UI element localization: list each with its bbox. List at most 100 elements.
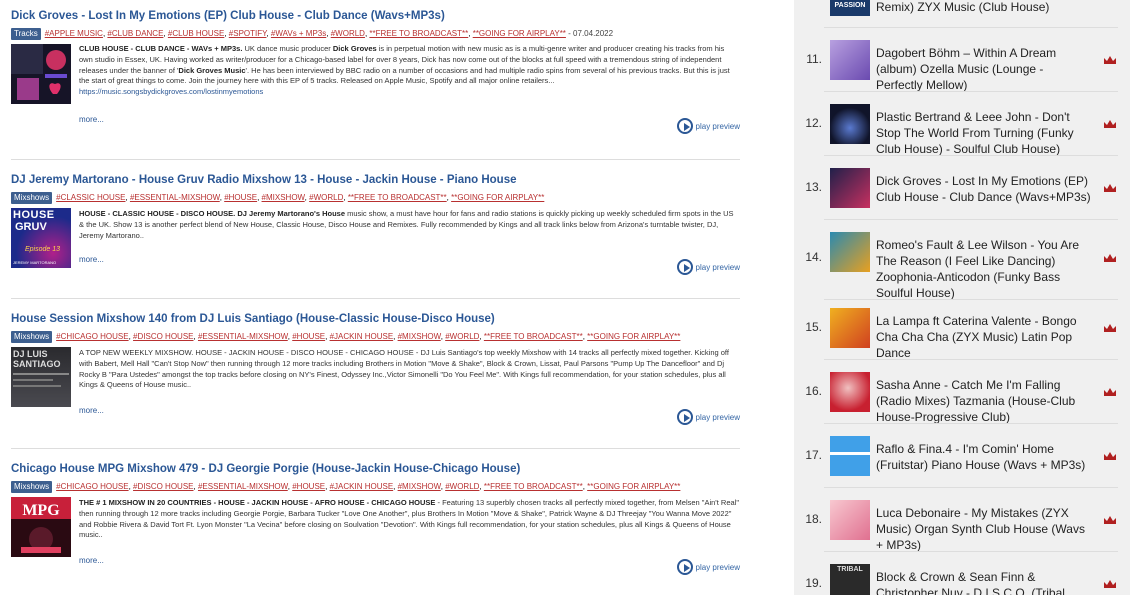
- post: DJ Jeremy Martorano - House Gruv Radio M…: [11, 173, 740, 275]
- play-preview-label: play preview: [695, 412, 740, 422]
- play-preview-button[interactable]: play preview: [676, 118, 740, 134]
- crown-icon[interactable]: [1103, 579, 1117, 589]
- play-preview-button[interactable]: play preview: [676, 259, 740, 275]
- crown-icon[interactable]: [1103, 323, 1117, 333]
- tag[interactable]: #HOUSE: [292, 332, 325, 341]
- post-title[interactable]: Dick Groves - Lost In My Emotions (EP) C…: [11, 9, 740, 23]
- tag[interactable]: #HOUSE: [292, 482, 325, 491]
- tag[interactable]: #CLASSIC HOUSE: [56, 193, 125, 202]
- post-title[interactable]: Chicago House MPG Mixshow 479 - DJ Georg…: [11, 462, 740, 476]
- crown-icon[interactable]: [1103, 119, 1117, 129]
- post: Dick Groves - Lost In My Emotions (EP) C…: [11, 9, 740, 134]
- category-badge[interactable]: Mixshows: [11, 481, 53, 493]
- more-link[interactable]: more...: [79, 406, 104, 415]
- play-icon: [676, 559, 693, 575]
- tag-line: Mixshows #CLASSIC HOUSE, #ESSENTIAL-MIXSH…: [11, 192, 740, 204]
- tag[interactable]: #JACKIN HOUSE: [330, 482, 394, 491]
- tag[interactable]: #MIXSHOW: [262, 193, 305, 202]
- crown-icon[interactable]: [1103, 515, 1117, 525]
- divider: [824, 423, 1118, 424]
- tag[interactable]: #CHICAGO HOUSE: [56, 482, 128, 491]
- post-link[interactable]: https://music.songsbydickgroves.com/lost…: [79, 87, 263, 96]
- chart-item-title[interactable]: Sasha Anne - Catch Me I'm Falling (Radio…: [876, 377, 1092, 425]
- crown-icon[interactable]: [1103, 387, 1117, 397]
- post-title[interactable]: DJ Jeremy Martorano - House Gruv Radio M…: [11, 173, 740, 187]
- chart-rank: 18.: [805, 512, 822, 526]
- play-preview-label: play preview: [695, 262, 740, 272]
- post-thumbnail[interactable]: MPG: [11, 497, 71, 557]
- post: House Session Mixshow 140 from DJ Luis S…: [11, 312, 740, 425]
- tag[interactable]: #DISCO HOUSE: [133, 332, 193, 341]
- play-preview-button[interactable]: play preview: [676, 559, 740, 575]
- play-preview-label: play preview: [695, 121, 740, 131]
- chart-thumbnail: [830, 372, 870, 412]
- chart-sidebar: PASSION Remix) ZYX Music (Club House) 11…: [794, 0, 1130, 595]
- tag[interactable]: #CLUB DANCE: [107, 29, 163, 38]
- tag[interactable]: #ESSENTIAL-MIXSHOW: [198, 332, 288, 341]
- divider: [11, 298, 740, 299]
- tag[interactable]: #WORLD: [445, 482, 479, 491]
- tag[interactable]: **GOING FOR AIRPLAY**: [587, 482, 680, 491]
- chart-item-title[interactable]: Dick Groves - Lost In My Emotions (EP) C…: [876, 173, 1092, 205]
- tag[interactable]: #SPOTIFY: [229, 29, 267, 38]
- category-badge[interactable]: Tracks: [11, 28, 41, 40]
- chart-item-title[interactable]: La Lampa ft Caterina Valente - Bongo Cha…: [876, 313, 1092, 361]
- chart-item-title[interactable]: Block & Crown & Sean Finn & Christopher …: [876, 569, 1092, 595]
- chart-item-title[interactable]: Dagobert Böhm – Within A Dream (album) O…: [876, 45, 1092, 93]
- tag[interactable]: #DISCO HOUSE: [133, 482, 193, 491]
- tag[interactable]: **FREE TO BROADCAST**: [369, 29, 468, 38]
- category-badge[interactable]: Mixshows: [11, 331, 53, 343]
- tag[interactable]: **FREE TO BROADCAST**: [348, 193, 447, 202]
- chart-rank: 13.: [805, 180, 822, 194]
- crown-icon[interactable]: [1103, 253, 1117, 263]
- tag[interactable]: #WORLD: [331, 29, 365, 38]
- crown-icon[interactable]: [1103, 451, 1117, 461]
- tag[interactable]: #MIXSHOW: [398, 482, 441, 491]
- tag[interactable]: #WAVs + MP3s: [271, 29, 326, 38]
- tag[interactable]: **GOING FOR AIRPLAY**: [587, 332, 680, 341]
- chart-item-title[interactable]: Romeo's Fault & Lee Wilson - You Are The…: [876, 237, 1092, 301]
- tag[interactable]: #CHICAGO HOUSE: [56, 332, 128, 341]
- tag[interactable]: **GOING FOR AIRPLAY**: [473, 29, 566, 38]
- post-thumbnail[interactable]: HOUSE GRUV Episode 13 JEREMY MARTORANO: [11, 208, 71, 268]
- tag[interactable]: **FREE TO BROADCAST**: [484, 482, 583, 491]
- tag[interactable]: #WORLD: [309, 193, 343, 202]
- divider: [824, 359, 1118, 360]
- chart-thumbnail: [830, 308, 870, 348]
- tag[interactable]: #MIXSHOW: [398, 332, 441, 341]
- tag[interactable]: #ESSENTIAL-MIXSHOW: [130, 193, 220, 202]
- chart-rank: 17.: [805, 448, 822, 462]
- divider: [824, 27, 1118, 28]
- chart-item-title[interactable]: Plastic Bertrand & Leee John - Don't Sto…: [876, 109, 1092, 157]
- post-title[interactable]: House Session Mixshow 140 from DJ Luis S…: [11, 312, 740, 326]
- chart-item-title[interactable]: Remix) ZYX Music (Club House): [876, 0, 1092, 15]
- divider: [824, 219, 1118, 220]
- play-preview-button[interactable]: play preview: [676, 409, 740, 425]
- divider: [11, 448, 740, 449]
- tag[interactable]: #ESSENTIAL-MIXSHOW: [198, 482, 288, 491]
- chart-item-title[interactable]: Luca Debonaire - My Mistakes (ZYX Music)…: [876, 505, 1092, 553]
- tag-line: Tracks #APPLE MUSIC, #CLUB DANCE, #CLUB H…: [11, 28, 740, 40]
- cover-art-text: GRUV: [15, 221, 47, 233]
- chart-thumbnail: [830, 232, 870, 272]
- tag[interactable]: #WORLD: [445, 332, 479, 341]
- more-link[interactable]: more...: [79, 255, 104, 264]
- more-link[interactable]: more...: [79, 115, 104, 124]
- category-badge[interactable]: Mixshows: [11, 192, 53, 204]
- crown-icon[interactable]: [1103, 55, 1117, 65]
- post-thumbnail[interactable]: [11, 44, 71, 104]
- tag[interactable]: #HOUSE: [224, 193, 257, 202]
- post-thumbnail[interactable]: DJ LUIS SANTIAGO: [11, 347, 71, 407]
- post-description: THE # 1 MIXSHOW IN 20 COUNTRIES - HOUSE …: [79, 498, 739, 540]
- crown-icon[interactable]: [1103, 183, 1117, 193]
- chart-item-title[interactable]: Raflo & Fina.4 - I'm Comin' Home (Fruits…: [876, 441, 1092, 473]
- tag[interactable]: #CLUB HOUSE: [168, 29, 224, 38]
- posts-column: Dick Groves - Lost In My Emotions (EP) C…: [0, 0, 745, 595]
- play-preview-label: play preview: [695, 562, 740, 572]
- tag[interactable]: #JACKIN HOUSE: [330, 332, 394, 341]
- svg-text:MPG: MPG: [22, 502, 60, 519]
- tag[interactable]: **FREE TO BROADCAST**: [484, 332, 583, 341]
- tag[interactable]: **GOING FOR AIRPLAY**: [451, 193, 544, 202]
- more-link[interactable]: more...: [79, 556, 104, 565]
- tag[interactable]: #APPLE MUSIC: [45, 29, 103, 38]
